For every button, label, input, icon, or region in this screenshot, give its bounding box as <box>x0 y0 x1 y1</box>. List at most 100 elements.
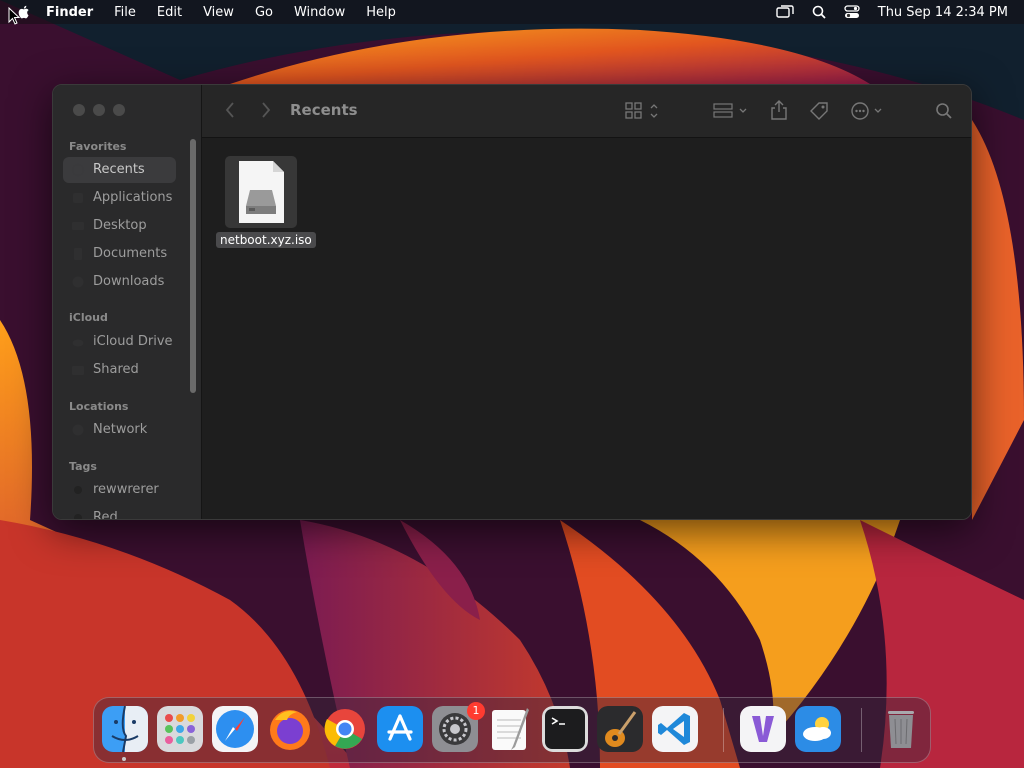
desktop-icon <box>72 222 84 230</box>
app-store-icon <box>377 706 423 752</box>
finder-window: Favorites Recents Applications Desktop D… <box>52 84 972 520</box>
sidebar-section-tags: Tags <box>69 460 97 473</box>
control-center-icon[interactable] <box>844 5 860 19</box>
spotlight-search-icon[interactable] <box>812 5 826 19</box>
menu-edit[interactable]: Edit <box>157 5 182 20</box>
dock-firefox[interactable] <box>267 706 313 752</box>
menu-app-name[interactable]: Finder <box>46 5 93 20</box>
dock-textedit[interactable] <box>487 706 533 752</box>
more-actions-icon[interactable] <box>850 101 886 121</box>
cloud-icon <box>72 339 84 347</box>
vscode-icon <box>652 706 698 752</box>
file-item[interactable]: netboot.xyz.iso <box>216 156 316 248</box>
clock-icon <box>71 163 85 177</box>
launchpad-icon <box>157 706 203 752</box>
trash-icon <box>888 711 914 748</box>
menu-go[interactable]: Go <box>255 5 273 20</box>
document-icon <box>74 248 82 260</box>
dock-separator <box>861 708 862 752</box>
window-controls <box>73 104 125 116</box>
dock-separator <box>723 708 724 752</box>
tag-dot-icon <box>74 514 82 519</box>
sidebar-section-icloud: iCloud <box>69 311 108 324</box>
minimize-window-button[interactable] <box>93 104 105 116</box>
chrome-icon <box>324 709 365 749</box>
window-title: Recents <box>290 101 358 119</box>
tag-dot-icon <box>74 486 82 494</box>
share-icon[interactable] <box>770 99 788 121</box>
file-thumbnail[interactable] <box>225 156 297 228</box>
weather-icon <box>795 706 841 752</box>
shared-folder-icon <box>72 366 84 375</box>
sidebar-item-label: Applications <box>93 190 173 205</box>
safari-compass-icon <box>212 706 258 752</box>
sidebar-item-tag-red[interactable]: Red <box>63 505 176 520</box>
sidebar-item-label: Desktop <box>93 218 147 233</box>
sidebar-item-recents[interactable]: Recents <box>63 157 176 183</box>
file-name-label[interactable]: netboot.xyz.iso <box>216 232 316 248</box>
dock-vscode[interactable] <box>652 706 698 752</box>
firefox-icon <box>270 710 310 750</box>
sidebar-section-favorites: Favorites <box>69 140 127 153</box>
menu-view[interactable]: View <box>203 5 234 20</box>
finder-sidebar: Favorites Recents Applications Desktop D… <box>53 85 202 519</box>
sidebar-item-label: Downloads <box>93 274 165 289</box>
sidebar-item-label: Recents <box>93 162 145 177</box>
screen-mirroring-icon[interactable] <box>776 5 794 19</box>
sidebar-item-tag-rewwrerer[interactable]: rewwrerer <box>63 477 176 503</box>
visual-studio-icon <box>740 706 786 752</box>
menu-help[interactable]: Help <box>366 5 396 20</box>
terminal-icon <box>542 706 588 752</box>
sidebar-item-label: Documents <box>93 246 168 261</box>
dock: 1 <box>93 697 931 763</box>
dock-safari[interactable] <box>212 706 258 752</box>
notification-badge: 1 <box>467 702 485 720</box>
dock-finder[interactable] <box>102 706 148 752</box>
guitar-icon <box>597 706 643 752</box>
file-browser-area[interactable]: netboot.xyz.iso <box>202 138 971 519</box>
menu-clock[interactable]: Thu Sep 14 2:34 PM <box>878 5 1008 20</box>
group-by-icon[interactable] <box>713 101 749 121</box>
sidebar-item-label: iCloud Drive <box>93 334 173 349</box>
sidebar-item-label: rewwrerer <box>93 482 159 497</box>
sidebar-item-documents[interactable]: Documents <box>63 241 176 267</box>
finder-toolbar: Recents <box>202 85 971 138</box>
sidebar-item-applications[interactable]: Applications <box>63 185 176 211</box>
sidebar-section-locations: Locations <box>69 400 129 413</box>
dock-weather[interactable] <box>795 706 841 752</box>
dock-app-store[interactable] <box>377 706 423 752</box>
dock-launchpad[interactable] <box>157 706 203 752</box>
sidebar-item-network[interactable]: Network <box>63 417 176 443</box>
dock-visual-studio[interactable] <box>740 706 786 752</box>
zoom-window-button[interactable] <box>113 104 125 116</box>
dock-trash[interactable] <box>878 706 924 752</box>
sidebar-item-downloads[interactable]: Downloads <box>63 269 176 295</box>
running-indicator <box>122 757 126 761</box>
sidebar-item-shared[interactable]: Shared <box>63 357 176 383</box>
dock-chrome[interactable] <box>322 706 368 752</box>
back-chevron-icon[interactable] <box>224 100 236 120</box>
tag-icon[interactable] <box>808 100 830 122</box>
menu-bar: Finder File Edit View Go Window Help Thu… <box>0 0 1024 24</box>
sidebar-scrollbar[interactable] <box>190 139 196 393</box>
disk-image-icon <box>239 161 284 223</box>
network-globe-icon <box>72 424 84 436</box>
icon-view-grid-icon[interactable] <box>625 101 661 121</box>
textedit-icon <box>492 708 529 750</box>
search-icon[interactable] <box>935 102 953 120</box>
dock-garageband[interactable] <box>597 706 643 752</box>
sidebar-item-label: Red <box>93 510 118 520</box>
sidebar-item-label: Network <box>93 422 148 437</box>
applications-icon <box>73 193 83 203</box>
download-icon <box>72 276 84 288</box>
mouse-cursor-icon <box>8 7 20 25</box>
forward-chevron-icon[interactable] <box>260 100 272 120</box>
sidebar-item-icloud-drive[interactable]: iCloud Drive <box>63 329 176 355</box>
dock-terminal[interactable] <box>542 706 588 752</box>
menu-window[interactable]: Window <box>294 5 345 20</box>
sidebar-item-label: Shared <box>93 362 139 377</box>
finder-icon <box>102 706 148 752</box>
close-window-button[interactable] <box>73 104 85 116</box>
menu-file[interactable]: File <box>114 5 136 20</box>
sidebar-item-desktop[interactable]: Desktop <box>63 213 176 239</box>
